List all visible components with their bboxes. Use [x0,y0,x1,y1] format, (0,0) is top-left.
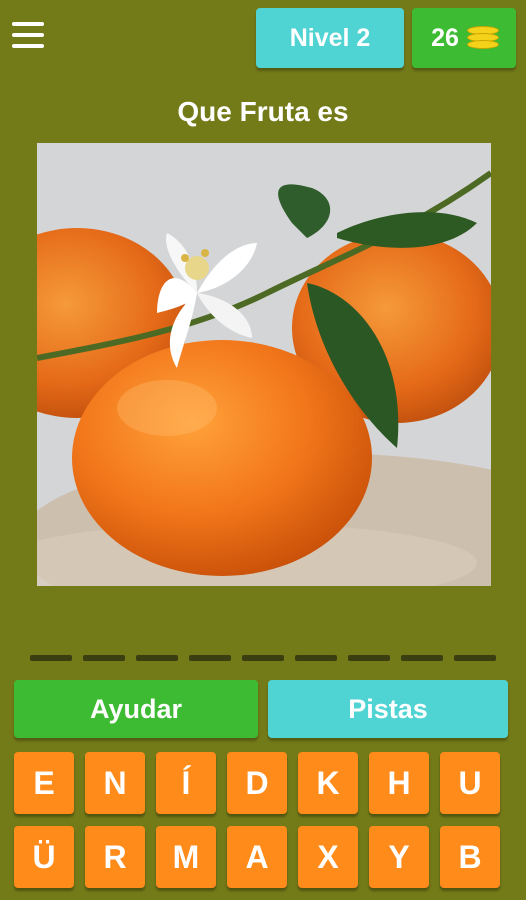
letter-key[interactable]: Ü [14,826,74,888]
letter-key[interactable]: R [85,826,145,888]
letter-key[interactable]: M [156,826,216,888]
letter-key[interactable]: B [440,826,500,888]
letter-key[interactable]: U [440,752,500,814]
question-title: Que Fruta es [177,96,349,127]
answer-slot [401,655,443,661]
letter-key[interactable]: E [14,752,74,814]
letter-key[interactable]: A [227,826,287,888]
letter-key[interactable]: H [369,752,429,814]
letter-key[interactable]: K [298,752,358,814]
coin-counter: 26 [412,8,516,68]
answer-slot [189,655,231,661]
coin-count: 26 [431,23,459,52]
letter-key[interactable]: N [85,752,145,814]
answer-slot [295,655,337,661]
answer-slot [30,655,72,661]
help-label: Ayudar [89,693,183,724]
hamburger-menu-icon[interactable] [12,22,46,50]
coin-stack-icon [466,24,499,52]
hints-button[interactable]: Pistas [268,680,508,738]
answer-slot [83,655,125,661]
answer-slot [242,655,284,661]
answer-slot [454,655,496,661]
level-badge: Nivel 2 [256,8,404,68]
answer-slot [136,655,178,661]
tangerines-image [37,143,491,586]
fruit-photo [37,143,491,586]
answer-slots [30,655,496,661]
hints-label: Pistas [348,693,428,724]
level-label: Nivel 2 [289,23,371,52]
letter-key[interactable]: D [227,752,287,814]
answer-slot [348,655,390,661]
help-button[interactable]: Ayudar [14,680,258,738]
letter-key[interactable]: Y [369,826,429,888]
letter-key[interactable]: Í [156,752,216,814]
letter-key[interactable]: X [298,826,358,888]
